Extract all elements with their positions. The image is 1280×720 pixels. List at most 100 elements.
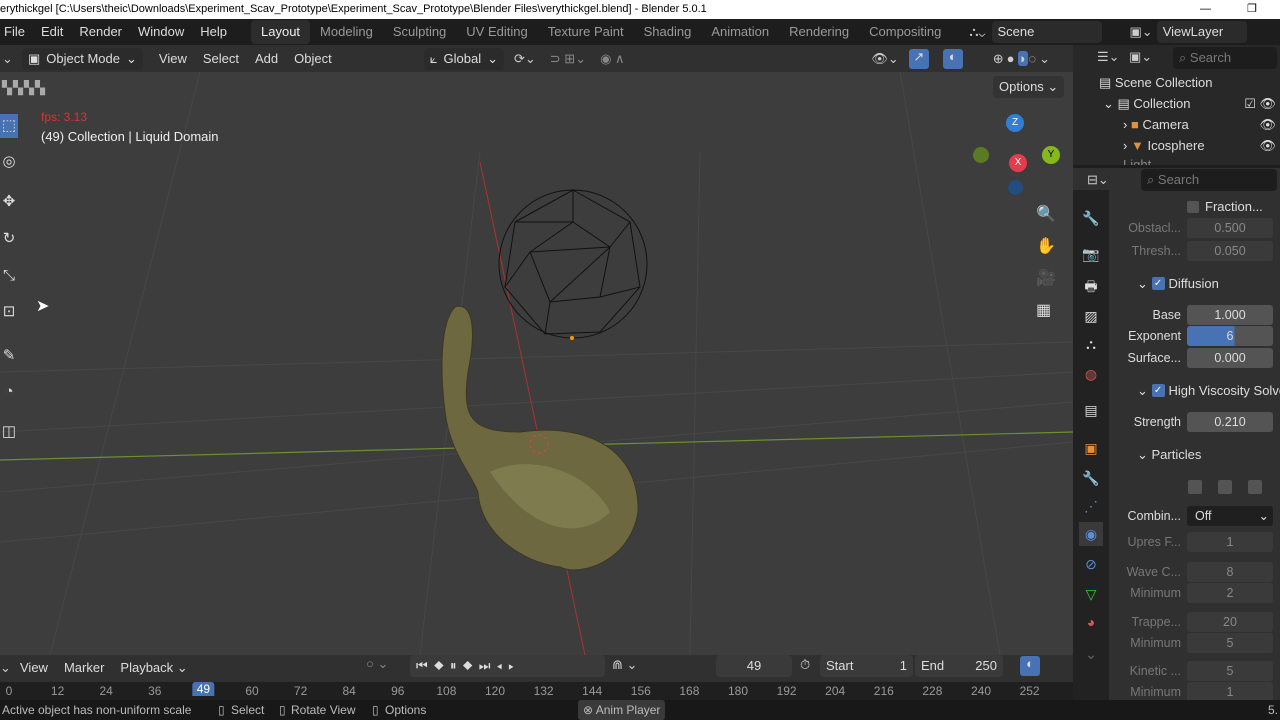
scene-tab-icon[interactable]: ⛬ bbox=[1079, 332, 1103, 356]
options-button[interactable]: Options ⌄ bbox=[993, 76, 1065, 98]
shading-modes[interactable]: ⊕●◑◌⌄ bbox=[993, 50, 1053, 67]
current-frame-indicator[interactable]: 49 bbox=[192, 682, 215, 696]
properties-search[interactable]: ⌕ Search bbox=[1141, 169, 1277, 191]
tool-tab-icon[interactable]: 🔧 bbox=[1079, 206, 1103, 230]
gizmo-neg-z[interactable] bbox=[1008, 180, 1023, 195]
outliner-icosphere[interactable]: › ▼ Icosphere 👁 bbox=[1123, 138, 1278, 153]
menu-file[interactable]: File bbox=[0, 19, 33, 45]
tab-uv-editing[interactable]: UV Editing bbox=[456, 20, 537, 44]
tab-modeling[interactable]: Modeling bbox=[310, 20, 383, 44]
restore-button[interactable]: ❐ bbox=[1247, 0, 1257, 19]
menu-help[interactable]: Help bbox=[192, 19, 235, 45]
pivot-icon[interactable]: ⟳⌄ bbox=[514, 51, 536, 67]
outliner-collection[interactable]: ⌄ ▤ Collection ☑ 👁 bbox=[1103, 96, 1278, 112]
menu-edit[interactable]: Edit bbox=[33, 19, 71, 45]
mode-selector[interactable]: ▣ Object Mode ⌄ bbox=[22, 47, 143, 70]
timeline-menu-view[interactable]: View bbox=[12, 655, 56, 681]
tab-rendering[interactable]: Rendering bbox=[779, 20, 859, 44]
material-preview-icon[interactable]: ◑ bbox=[1017, 50, 1029, 66]
menu-add[interactable]: Add bbox=[247, 46, 286, 72]
ortho-grid-icon[interactable]: ▦ bbox=[1036, 300, 1051, 320]
keying-set-icon[interactable]: ⋒ ⌄ bbox=[612, 657, 637, 673]
3d-viewport[interactable]: fps: 3.13 (49) Collection | Liquid Domai… bbox=[0, 72, 1073, 655]
high-viscosity-header[interactable]: ⌄ ✓ High Viscosity Solver bbox=[1137, 380, 1280, 401]
gizmo-y-axis[interactable]: Y bbox=[1042, 146, 1060, 164]
menu-window[interactable]: Window bbox=[130, 19, 192, 45]
outliner-search[interactable]: ⌕ Search bbox=[1173, 47, 1277, 69]
scale-tool-icon[interactable]: ⤡ bbox=[0, 264, 18, 288]
gizmo-toggle-icon[interactable]: ↗ bbox=[908, 48, 929, 69]
display-mode-icon[interactable]: ☰⌄ bbox=[1097, 49, 1120, 65]
object-tab-icon[interactable]: ▣ bbox=[1079, 436, 1103, 460]
timeline-menu-marker[interactable]: Marker bbox=[56, 655, 112, 681]
tab-shading[interactable]: Shading bbox=[634, 20, 702, 44]
diffusion-panel-header[interactable]: ⌄ ✓Diffusion⫶ bbox=[1137, 273, 1280, 294]
rotate-tool-icon[interactable]: ↻ bbox=[0, 227, 18, 251]
particles-tab-icon[interactable]: ⋰ bbox=[1079, 494, 1103, 518]
select-tool-icon[interactable]: ⬚ bbox=[0, 114, 18, 138]
next-frame-icon[interactable]: ▸ bbox=[508, 658, 520, 673]
add-cube-tool-icon[interactable]: ◫ bbox=[0, 420, 18, 444]
transform-tool-icon[interactable]: ⊡ bbox=[0, 300, 18, 324]
scene-selector[interactable]: Scene bbox=[991, 21, 1102, 43]
collection-visibility-icons[interactable]: ☑ 👁 bbox=[1244, 96, 1276, 112]
timeline-menu-playback[interactable]: Playback ⌄ bbox=[112, 655, 195, 681]
view-layer-icon[interactable]: ▣⌄ bbox=[1130, 24, 1153, 40]
modifier-tab-icon[interactable]: 🔧 bbox=[1079, 466, 1103, 490]
tab-compositing[interactable]: Compositing bbox=[859, 20, 951, 44]
sync-icon[interactable]: ◐ bbox=[1020, 656, 1040, 676]
gizmo-z-axis[interactable]: Z bbox=[1006, 114, 1024, 132]
data-tab-icon[interactable]: ▽ bbox=[1079, 582, 1103, 606]
jump-start-icon[interactable]: ⏮ bbox=[416, 658, 434, 673]
scene-icon[interactable]: ⛬⌄ bbox=[969, 24, 985, 40]
overlay-toggle-icon[interactable]: ◐ bbox=[942, 48, 963, 69]
physics-tab-icon[interactable]: ◉ bbox=[1079, 522, 1103, 546]
view-layer-tab-icon[interactable]: ▨ bbox=[1079, 304, 1103, 328]
annotate-tool-icon[interactable]: ✎ bbox=[0, 344, 18, 368]
jump-end-icon[interactable]: ⏭ bbox=[479, 658, 497, 673]
menu-select[interactable]: Select bbox=[195, 46, 247, 72]
tab-layout[interactable]: Layout bbox=[251, 20, 311, 44]
anim-player-button[interactable]: ⊗ Anim Player bbox=[578, 700, 666, 720]
camera-view-icon[interactable]: 🎥 bbox=[1036, 268, 1056, 288]
end-frame-field[interactable]: End 250 bbox=[915, 655, 1003, 677]
eye-icon[interactable]: 👁 bbox=[1259, 138, 1276, 154]
outliner-scene-collection[interactable]: ▤ Scene Collection bbox=[1099, 75, 1212, 91]
selection-mode-icons[interactable]: ▚▚▚▚ bbox=[2, 80, 46, 96]
eye-icon[interactable]: 👁 bbox=[1259, 117, 1276, 133]
menu-render[interactable]: Render bbox=[71, 19, 130, 45]
auto-keying-icon[interactable]: ○ ⌄ bbox=[366, 656, 388, 672]
render-tab-icon[interactable]: 📷 bbox=[1079, 242, 1103, 266]
diffusion-checkbox[interactable]: ✓ bbox=[1151, 277, 1165, 290]
minimize-button[interactable]: — bbox=[1200, 0, 1211, 19]
editor-type-icon[interactable]: ⌄ bbox=[0, 660, 12, 676]
view-layer-selector[interactable]: ViewLayer bbox=[1156, 21, 1247, 43]
playback-controls[interactable]: ⏮◆⏸◆⏭◂▸ bbox=[410, 655, 605, 677]
transform-orientation[interactable]: ⟀ Global ⌄ bbox=[423, 47, 504, 70]
menu-view[interactable]: View bbox=[151, 46, 195, 72]
world-tab-icon[interactable]: ◍ bbox=[1079, 362, 1103, 386]
tab-texture-paint[interactable]: Texture Paint bbox=[538, 20, 634, 44]
measure-tool-icon[interactable]: ◔ bbox=[0, 380, 18, 404]
tab-animation[interactable]: Animation bbox=[701, 20, 779, 44]
filter-icon[interactable]: ▣⌄ bbox=[1129, 49, 1152, 65]
particles-panel-header[interactable]: ⌄ Particles bbox=[1137, 444, 1280, 465]
editor-type-icon[interactable]: ⌄ bbox=[0, 51, 22, 67]
prev-keyframe-icon[interactable]: ◆ bbox=[434, 658, 450, 673]
outliner-light[interactable]: Light bbox=[1123, 157, 1151, 165]
stopwatch-icon[interactable]: ⏱ bbox=[800, 657, 810, 673]
current-frame-field[interactable]: 49 bbox=[716, 655, 792, 677]
fraction-checkbox[interactable]: Fraction... bbox=[1113, 196, 1280, 217]
menu-object[interactable]: Object bbox=[286, 46, 340, 72]
pause-icon[interactable]: ⏸ bbox=[450, 658, 463, 673]
constraints-tab-icon[interactable]: ⊘ bbox=[1079, 552, 1103, 576]
more-tabs-icon[interactable]: ⌄ bbox=[1079, 642, 1103, 666]
frame-ruler[interactable]: 0 12 24 36 49 60 72 84 96 108 120 132 144 156 168 180 19… bbox=[0, 682, 1073, 700]
next-keyframe-icon[interactable]: ◆ bbox=[462, 658, 478, 673]
snap-icon[interactable]: ⊃ ⊞⌄ bbox=[550, 51, 586, 67]
gizmo-x-axis[interactable]: X bbox=[1009, 154, 1027, 172]
close-circle-icon[interactable]: ⊗ bbox=[583, 703, 593, 717]
output-tab-icon[interactable]: 🖶 bbox=[1079, 274, 1103, 298]
properties-type-icon[interactable]: ⊟⌄ bbox=[1087, 172, 1109, 188]
high-viscosity-checkbox[interactable]: ✓ bbox=[1151, 384, 1165, 397]
